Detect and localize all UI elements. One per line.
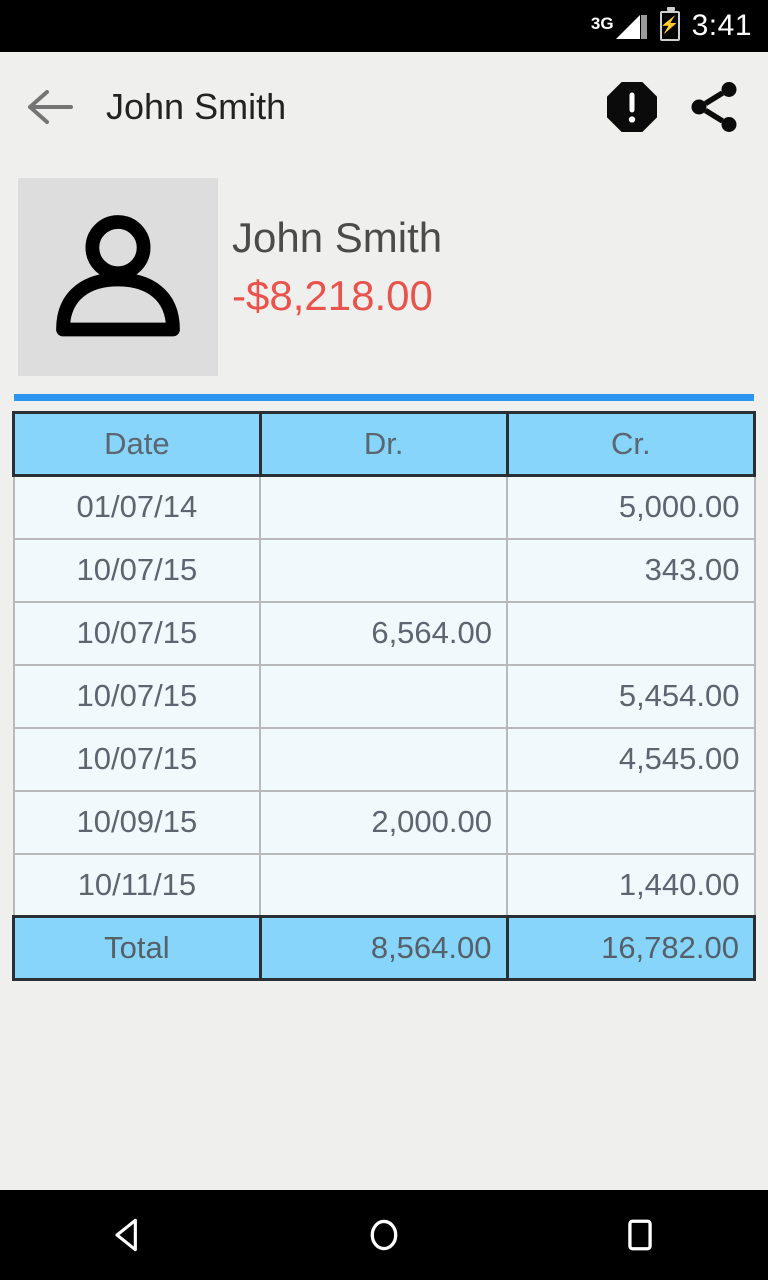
profile-text: John Smith -$8,218.00 [232,178,442,318]
profile-name: John Smith [232,214,443,261]
profile-section: John Smith -$8,218.00 [0,162,768,386]
phone-screen: 3G ⚡ 3:41 John Smith John Smith -$8,218.… [0,0,768,1280]
profile-balance: -$8,218.00 [232,272,433,320]
network-type-label: 3G [590,14,614,33]
share-icon[interactable] [682,75,746,139]
cell-cr: 5,000.00 [506,474,756,540]
table-row[interactable]: 10/07/15 343.00 [12,537,756,603]
ledger-table-body: 01/07/14 5,000.00 10/07/15 343.00 10/07/… [12,474,756,981]
ledger-table-head: Date Dr. Cr. [12,411,756,477]
nav-recents-icon[interactable] [580,1190,700,1280]
clock-label: 3:41 [691,9,752,42]
cell-dr [259,474,508,540]
cell-dr [259,537,508,603]
table-row[interactable]: 10/09/15 2,000.00 [12,789,756,855]
table-total-row: Total 8,564.00 16,782.00 [12,915,756,981]
table-row[interactable]: 01/07/14 5,000.00 [12,474,756,540]
cell-cr: 343.00 [506,537,756,603]
cell-dr [259,726,508,792]
table-row[interactable]: 10/07/15 5,454.00 [12,663,756,729]
column-header-cr[interactable]: Cr. [505,411,756,477]
column-header-date[interactable]: Date [12,411,262,477]
table-row[interactable]: 10/07/15 4,545.00 [12,726,756,792]
nav-back-icon[interactable] [68,1190,188,1280]
cell-cr [506,789,756,855]
battery-charging-icon: ⚡ [659,7,680,41]
total-label: Total [12,915,262,981]
cell-dr: 2,000.00 [259,789,508,855]
ledger-table: Date Dr. Cr. 01/07/14 5,000.00 10/07/15 … [12,411,756,981]
accent-divider [14,394,754,401]
column-header-dr[interactable]: Dr. [258,411,509,477]
status-bar: 3G ⚡ 3:41 [0,0,768,52]
person-icon [56,215,180,337]
cell-dr [259,852,508,918]
ledger-table-wrapper: Date Dr. Cr. 01/07/14 5,000.00 10/07/15 … [12,411,756,981]
cell-date: 10/07/15 [12,726,262,792]
cell-dr [259,663,508,729]
back-arrow-icon[interactable] [22,79,78,135]
table-row[interactable]: 10/11/15 1,440.00 [12,852,756,918]
cell-dr: 6,564.00 [259,600,508,666]
app-toolbar: John Smith [0,52,768,162]
cell-cr: 1,440.00 [506,852,756,918]
signal-indicator: 3G [591,11,648,41]
alert-octagon-icon[interactable] [600,75,664,139]
cell-date: 01/07/14 [12,474,262,540]
cell-date: 10/07/15 [12,537,262,603]
total-cr: 16,782.00 [505,915,756,981]
cell-date: 10/07/15 [12,663,262,729]
cell-cr: 4,545.00 [506,726,756,792]
cell-cr [506,600,756,666]
signal-bars-icon [615,15,647,39]
table-row[interactable]: 10/07/15 6,564.00 [12,600,756,666]
table-header-row: Date Dr. Cr. [12,411,756,477]
avatar [18,178,218,376]
cell-date: 10/07/15 [12,600,262,666]
charging-bolt-icon: ⚡ [659,17,680,34]
android-nav-bar [0,1190,768,1280]
total-dr: 8,564.00 [258,915,509,981]
nav-home-icon[interactable] [324,1190,444,1280]
cell-date: 10/11/15 [12,852,262,918]
cell-cr: 5,454.00 [506,663,756,729]
cell-date: 10/09/15 [12,789,262,855]
page-title: John Smith [106,86,287,127]
